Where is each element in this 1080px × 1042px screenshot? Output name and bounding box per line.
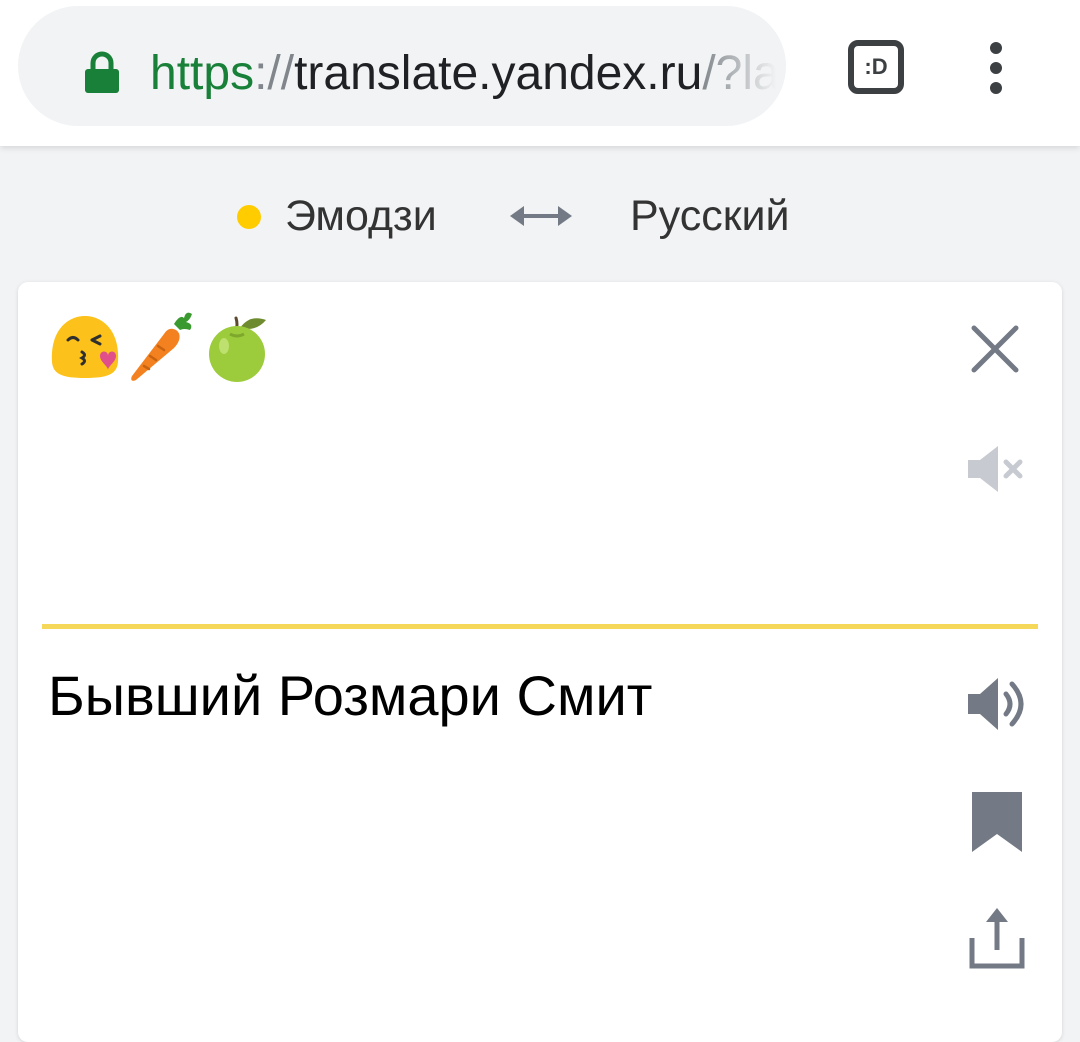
more-vert-icon[interactable]: [980, 40, 1012, 96]
clear-icon[interactable]: [970, 324, 1020, 374]
url-scheme: https: [150, 47, 255, 100]
kissing-face-emoji: [51, 316, 119, 378]
url-path: /?la: [702, 47, 776, 100]
divider: [42, 624, 1038, 629]
lock-icon[interactable]: [84, 50, 120, 94]
url-separator: ://: [254, 47, 295, 100]
speaker-icon[interactable]: [966, 674, 1030, 734]
source-language-dot: [237, 205, 261, 229]
translation-output: Бывший Розмари Смит: [48, 664, 653, 727]
mute-icon[interactable]: [966, 442, 1028, 496]
carrot-emoji: [131, 312, 192, 381]
language-bar: Эмодзи Русский: [0, 150, 1080, 280]
source-language[interactable]: Эмодзи: [285, 188, 437, 244]
target-language[interactable]: Русский: [630, 188, 790, 244]
green-apple-emoji: [209, 316, 266, 382]
tab-switcher-icon[interactable]: :D: [848, 40, 904, 94]
swap-arrows-icon[interactable]: [510, 202, 572, 230]
tab-switcher-label: :D: [864, 54, 888, 79]
browser-toolbar: https://translate.yandex.ru/?la :D: [0, 0, 1080, 146]
url-host: translate.yandex.ru: [294, 47, 703, 100]
share-icon[interactable]: [968, 908, 1026, 970]
bookmark-icon[interactable]: [972, 792, 1022, 852]
translation-card: Бывший Розмари Смит: [18, 282, 1062, 1042]
url-text[interactable]: https://translate.yandex.ru/?la: [150, 42, 776, 106]
source-input[interactable]: [48, 310, 276, 382]
address-bar[interactable]: https://translate.yandex.ru/?la: [18, 6, 786, 126]
